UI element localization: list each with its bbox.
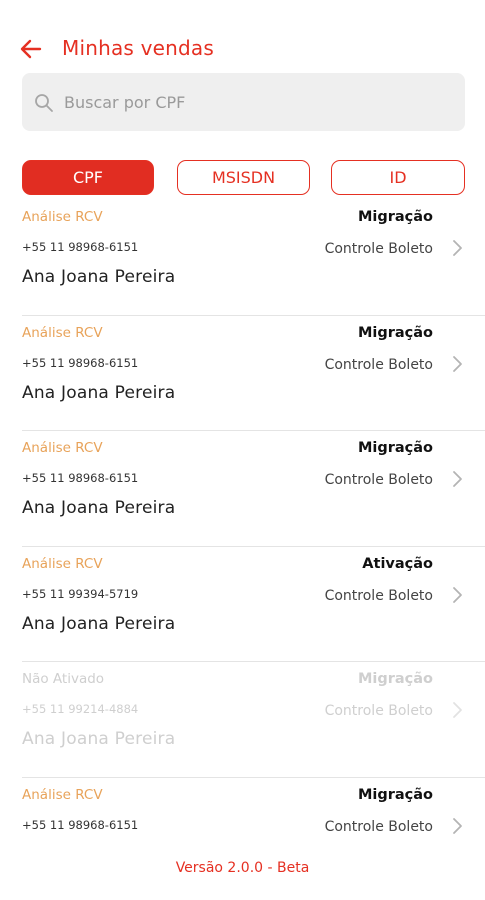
sale-status: Não Ativado [22,671,105,688]
sale-type: Migração [357,786,433,803]
sale-plan: Controle Boleto [324,703,433,720]
sales-list: Análise RCV +55 11 98968-6151 Ana Joana … [0,200,485,894]
chevron-right-icon [453,702,462,719]
sale-type: Migração [357,671,433,688]
search-bar[interactable] [22,73,465,131]
sale-status: Análise RCV [22,786,103,803]
sale-status: Análise RCV [22,555,103,572]
sale-item[interactable]: Não Ativado +55 11 99214-4884 Ana Joana … [0,662,485,778]
sale-phone: +55 11 98968-6151 [22,355,139,370]
customer-name: Ana Joana Pereira [22,267,176,287]
sale-item[interactable]: Análise RCV +55 11 98968-6151 Ana Joana … [0,431,485,547]
chevron-right-icon [453,818,462,834]
back-button[interactable] [18,36,44,62]
sale-type: Ativação [362,555,433,572]
customer-name: Ana Joana Pereira [22,613,176,634]
sale-status: Análise RCV [22,324,103,341]
app-header: Minhas vendas [0,0,485,70]
sale-phone: +55 11 98968-6151 [22,817,139,832]
sale-item[interactable]: Análise RCV +55 11 99394-5719 Ana Joana … [0,547,485,663]
sale-status: Análise RCV [22,209,103,225]
search-icon [35,94,53,112]
chevron-right-icon [453,240,462,256]
filter-cpf-button[interactable]: CPF [22,160,154,195]
chevron-right-icon [453,355,462,372]
chevron-right-icon [453,586,462,603]
sale-type: Migração [357,209,433,225]
customer-name: Ana Joana Pereira [22,729,176,750]
sale-status: Análise RCV [22,440,103,457]
sale-plan: Controle Boleto [324,472,433,489]
sale-plan: Controle Boleto [324,356,433,373]
sale-item[interactable]: Análise RCV +55 11 98968-6151 Migração C… [0,778,485,894]
sale-item[interactable]: Análise RCV +55 11 98968-6151 Ana Joana … [0,316,485,432]
arrow-left-icon [20,39,42,59]
sale-plan: Controle Boleto [324,587,433,604]
sale-type: Migração [357,324,433,341]
search-input[interactable] [64,87,454,117]
sale-plan: Controle Boleto [324,818,433,835]
sale-plan: Controle Boleto [324,241,433,257]
sale-phone: +55 11 98968-6151 [22,471,139,486]
app-version: Versão 2.0.0 - Beta [175,860,310,876]
customer-name: Ana Joana Pereira [22,382,176,403]
sale-phone: +55 11 99214-4884 [22,702,139,717]
page-title: Minhas vendas [62,36,214,60]
sale-item[interactable]: Análise RCV +55 11 98968-6151 Ana Joana … [0,200,485,316]
sale-phone: +55 11 98968-6151 [22,240,139,254]
chevron-right-icon [453,471,462,488]
sale-type: Migração [357,440,433,457]
filter-id-button[interactable]: ID [331,160,465,195]
filter-msisdn-button[interactable]: MSISDN [177,160,310,195]
sale-phone: +55 11 99394-5719 [22,586,139,601]
customer-name: Ana Joana Pereira [22,498,176,519]
filter-tabs: CPF MSISDN ID [0,160,485,196]
